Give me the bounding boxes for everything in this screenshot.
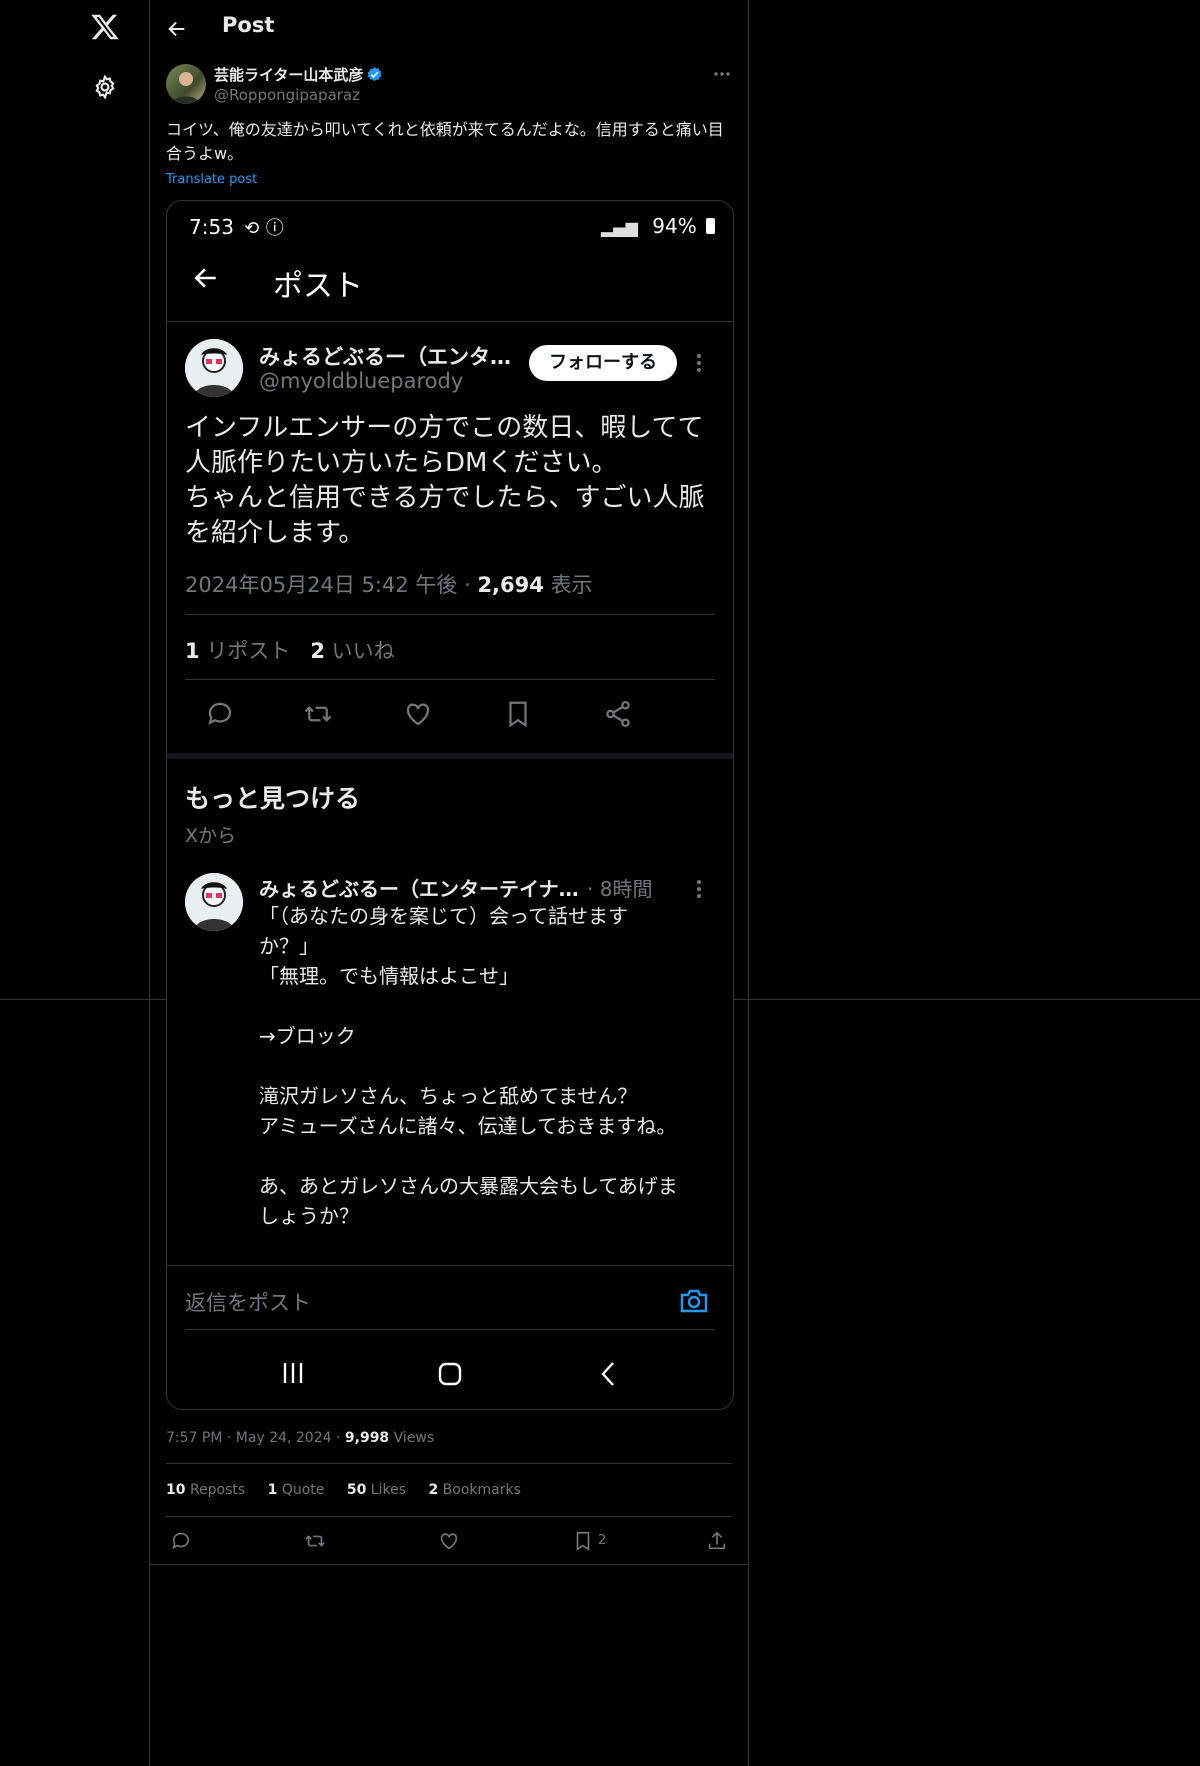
- camera-icon: [679, 1287, 709, 1315]
- engagement-stats: 10 Reposts 1 Quote 50 Likes 2 Bookmarks: [166, 1482, 539, 1498]
- inner-author-avatar: [185, 339, 243, 397]
- stats-divider-bottom: [166, 1516, 732, 1517]
- gear-icon[interactable]: [92, 74, 118, 100]
- sync-icon: ⟲: [244, 218, 260, 239]
- reply-top-divider: [167, 1265, 733, 1266]
- inner-author-handle: @myoldblueparody: [259, 369, 464, 393]
- repost-icon[interactable]: [304, 1530, 326, 1552]
- inner-back-arrow-icon: [193, 265, 219, 291]
- author-name[interactable]: 芸能ライター山本武彦: [214, 64, 363, 85]
- battery-percent: 94%: [652, 214, 697, 238]
- reply-placeholder: 返信をポスト: [185, 1291, 311, 1315]
- inner-repost-icon: [303, 699, 333, 729]
- likes-stat[interactable]: 50 Likes: [347, 1482, 406, 1498]
- inner-page-title: ポスト: [273, 269, 363, 304]
- post-timestamp: 7:57 PM · May 24, 2024 · 9,998 Views: [166, 1430, 435, 1446]
- discover-title: もっと見つける: [185, 784, 361, 813]
- inner-kebab-icon: [691, 351, 707, 375]
- left-column-divider: [149, 0, 150, 1766]
- actions-divider: [149, 1564, 749, 1565]
- rec-author-avatar: [185, 873, 243, 931]
- right-column-divider: [748, 0, 749, 1766]
- inner-header-divider: [167, 321, 733, 322]
- rec-time: · 8時間: [587, 877, 653, 901]
- rec-tweet-text: 「（あなたの身を案じて）会って話せます か？」 「無理。でも情報はよこせ」 →ブ…: [259, 904, 678, 1228]
- quotes-stat[interactable]: 1 Quote: [268, 1482, 325, 1498]
- reply-composer: 返信をポスト: [167, 1265, 733, 1409]
- x-logo-icon[interactable]: [90, 12, 120, 42]
- follow-button: フォローする: [529, 345, 677, 381]
- back-arrow-icon[interactable]: [166, 18, 188, 40]
- page-title: Post: [222, 13, 275, 37]
- like-icon[interactable]: [438, 1530, 460, 1552]
- more-options-icon[interactable]: [712, 64, 732, 84]
- android-home-icon: [437, 1361, 463, 1387]
- inner-reply-icon: [205, 699, 235, 729]
- inner-tweet-text: インフルエンサーの方でこの数日、暇してて 人脈作りたい方いたらDMください。 ち…: [185, 413, 705, 548]
- inner-section-separator: [167, 753, 733, 759]
- rec-author-name: みょるどぶるー（エンターテイナ…: [259, 877, 579, 901]
- battery-icon: [706, 218, 716, 234]
- discover-subtitle: Xから: [185, 825, 237, 847]
- rec-kebab-icon: [691, 877, 707, 901]
- inner-tweet-meta: 2024年05月24日 5:42 午後 · 2,694 表示: [185, 573, 593, 597]
- author-handle[interactable]: @Roppongipaparaz: [214, 86, 360, 104]
- reply-divider: [185, 1329, 715, 1330]
- tweet-text: コイツ、俺の友達から叩いてくれと依頼が来てるんだよな。信用すると痛い目合うよw。: [166, 120, 724, 163]
- translate-post-link[interactable]: Translate post: [166, 172, 257, 187]
- inner-bookmark-icon: [503, 699, 533, 729]
- inner-share-icon: [603, 699, 633, 729]
- bookmarks-stat[interactable]: 2 Bookmarks: [428, 1482, 520, 1498]
- inner-divider: [185, 614, 715, 615]
- attached-image[interactable]: 7:53 ⟲ ⓘ ▂▄▆ 94% ポスト みょるどぶるー（エンタ… @myold…: [166, 200, 734, 1410]
- inner-action-bar: [185, 691, 715, 735]
- bookmark-icon[interactable]: [572, 1530, 594, 1552]
- share-icon[interactable]: [706, 1530, 728, 1552]
- signal-icon: ▂▄▆: [601, 218, 638, 237]
- verified-badge-icon: [366, 66, 383, 83]
- inner-author-name: みょるどぶるー（エンタ…: [259, 345, 511, 369]
- status-bar-right: ▂▄▆ 94%: [601, 214, 716, 238]
- author-avatar[interactable]: [166, 64, 206, 104]
- reposts-stat[interactable]: 10 Reposts: [166, 1482, 245, 1498]
- reply-icon[interactable]: [170, 1530, 192, 1552]
- inner-divider: [185, 679, 715, 680]
- bookmark-count: 2: [598, 1533, 607, 1548]
- inner-stats: 1 リポスト 2 いいね: [185, 639, 395, 663]
- android-recents-icon: [279, 1361, 307, 1385]
- android-back-icon: [597, 1361, 621, 1387]
- inner-like-icon: [403, 699, 433, 729]
- stats-divider-top: [166, 1463, 732, 1464]
- status-bar-time: 7:53 ⟲ ⓘ: [189, 215, 284, 239]
- info-icon: ⓘ: [265, 218, 284, 239]
